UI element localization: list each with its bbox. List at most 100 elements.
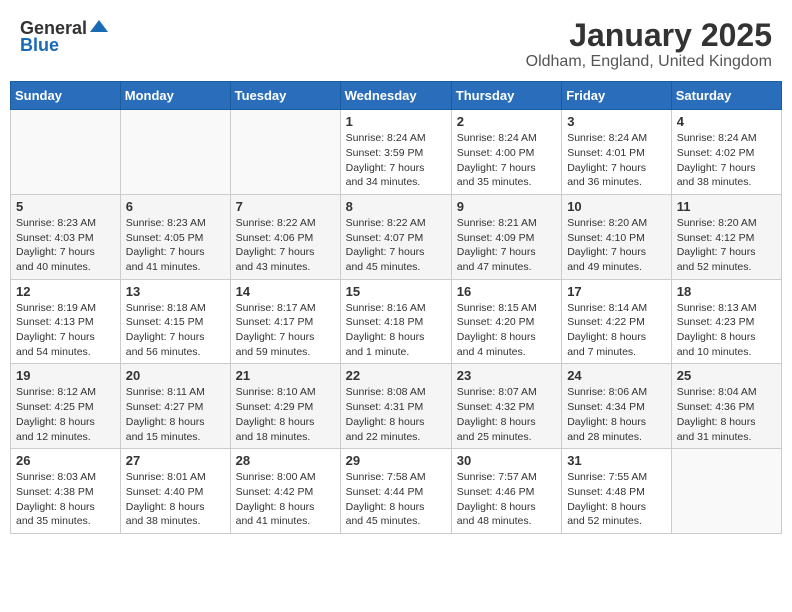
day-info: Sunrise: 8:23 AMSunset: 4:03 PMDaylight:… [16,216,115,275]
day-number: 2 [457,114,556,129]
calendar-cell: 23 Sunrise: 8:07 AMSunset: 4:32 PMDayligh… [451,364,561,449]
calendar-cell: 4 Sunrise: 8:24 AMSunset: 4:02 PMDaylight… [671,110,781,195]
day-info: Sunrise: 8:06 AMSunset: 4:34 PMDaylight:… [567,385,666,444]
day-info: Sunrise: 8:00 AMSunset: 4:42 PMDaylight:… [236,470,335,529]
day-number: 30 [457,453,556,468]
day-number: 12 [16,284,115,299]
day-info: Sunrise: 8:11 AMSunset: 4:27 PMDaylight:… [126,385,225,444]
weekday-header-wednesday: Wednesday [340,82,451,110]
day-number: 28 [236,453,335,468]
day-info: Sunrise: 8:12 AMSunset: 4:25 PMDaylight:… [16,385,115,444]
calendar-cell: 15Sunrise: 8:16 AMSunset: 4:18 PMDayligh… [340,279,451,364]
calendar-cell: 17 Sunrise: 8:14 AMSunset: 4:22 PMDayligh… [562,279,672,364]
calendar-cell: 20 Sunrise: 8:11 AMSunset: 4:27 PMDayligh… [120,364,230,449]
calendar-cell: 9 Sunrise: 8:21 AMSunset: 4:09 PMDaylight… [451,194,561,279]
day-number: 25 [677,368,776,383]
calendar-cell: 28 Sunrise: 8:00 AMSunset: 4:42 PMDayligh… [230,449,340,534]
day-number: 9 [457,199,556,214]
day-number: 31 [567,453,666,468]
calendar-cell: 1 Sunrise: 8:24 AMSunset: 3:59 PMDaylight… [340,110,451,195]
calendar-cell: 21Sunrise: 8:10 AMSunset: 4:29 PMDayligh… [230,364,340,449]
day-number: 29 [346,453,446,468]
day-info: Sunrise: 7:57 AMSunset: 4:46 PMDaylight:… [457,470,556,529]
day-number: 8 [346,199,446,214]
day-info: Sunrise: 8:21 AMSunset: 4:09 PMDaylight:… [457,216,556,275]
calendar-week-5: 26 Sunrise: 8:03 AMSunset: 4:38 PMDayligh… [11,449,782,534]
month-title: January 2025 [526,18,772,53]
day-number: 10 [567,199,666,214]
calendar-cell [230,110,340,195]
calendar-week-4: 19 Sunrise: 8:12 AMSunset: 4:25 PMDayligh… [11,364,782,449]
calendar-cell: 29 Sunrise: 7:58 AMSunset: 4:44 PMDayligh… [340,449,451,534]
day-info: Sunrise: 8:23 AMSunset: 4:05 PMDaylight:… [126,216,225,275]
calendar-cell: 19 Sunrise: 8:12 AMSunset: 4:25 PMDayligh… [11,364,121,449]
day-number: 5 [16,199,115,214]
day-number: 17 [567,284,666,299]
calendar-cell: 31Sunrise: 7:55 AMSunset: 4:48 PMDayligh… [562,449,672,534]
day-number: 26 [16,453,115,468]
day-info: Sunrise: 8:22 AMSunset: 4:07 PMDaylight:… [346,216,446,275]
day-info: Sunrise: 8:20 AMSunset: 4:10 PMDaylight:… [567,216,666,275]
day-number: 27 [126,453,225,468]
calendar-cell: 6 Sunrise: 8:23 AMSunset: 4:05 PMDaylight… [120,194,230,279]
day-info: Sunrise: 8:24 AMSunset: 3:59 PMDaylight:… [346,131,446,190]
day-number: 24 [567,368,666,383]
day-info: Sunrise: 8:16 AMSunset: 4:18 PMDaylight:… [346,301,446,360]
day-info: Sunrise: 8:07 AMSunset: 4:32 PMDaylight:… [457,385,556,444]
weekday-header-saturday: Saturday [671,82,781,110]
calendar-cell: 18Sunrise: 8:13 AMSunset: 4:23 PMDayligh… [671,279,781,364]
calendar-cell: 24 Sunrise: 8:06 AMSunset: 4:34 PMDayligh… [562,364,672,449]
weekday-header-monday: Monday [120,82,230,110]
day-number: 13 [126,284,225,299]
calendar-cell: 10 Sunrise: 8:20 AMSunset: 4:10 PMDayligh… [562,194,672,279]
day-number: 16 [457,284,556,299]
day-info: Sunrise: 8:15 AMSunset: 4:20 PMDaylight:… [457,301,556,360]
day-number: 1 [346,114,446,129]
weekday-header-tuesday: Tuesday [230,82,340,110]
calendar-cell [671,449,781,534]
calendar-cell: 25Sunrise: 8:04 AMSunset: 4:36 PMDayligh… [671,364,781,449]
day-info: Sunrise: 8:20 AMSunset: 4:12 PMDaylight:… [677,216,776,275]
day-number: 23 [457,368,556,383]
title-area: January 2025 Oldham, England, United Kin… [526,18,772,71]
calendar-cell: 12 Sunrise: 8:19 AMSunset: 4:13 PMDayligh… [11,279,121,364]
day-number: 22 [346,368,446,383]
logo-icon [88,16,110,38]
weekday-header-thursday: Thursday [451,82,561,110]
calendar-cell: 13 Sunrise: 8:18 AMSunset: 4:15 PMDayligh… [120,279,230,364]
day-info: Sunrise: 8:17 AMSunset: 4:17 PMDaylight:… [236,301,335,360]
day-number: 6 [126,199,225,214]
weekday-header-sunday: Sunday [11,82,121,110]
day-number: 4 [677,114,776,129]
calendar-cell [120,110,230,195]
weekday-header-friday: Friday [562,82,672,110]
day-info: Sunrise: 8:19 AMSunset: 4:13 PMDaylight:… [16,301,115,360]
calendar-cell: 2Sunrise: 8:24 AMSunset: 4:00 PMDaylight… [451,110,561,195]
calendar-cell: 26 Sunrise: 8:03 AMSunset: 4:38 PMDayligh… [11,449,121,534]
day-number: 11 [677,199,776,214]
day-info: Sunrise: 8:03 AMSunset: 4:38 PMDaylight:… [16,470,115,529]
calendar-cell: 27Sunrise: 8:01 AMSunset: 4:40 PMDayligh… [120,449,230,534]
day-info: Sunrise: 8:22 AMSunset: 4:06 PMDaylight:… [236,216,335,275]
calendar-cell: 8 Sunrise: 8:22 AMSunset: 4:07 PMDaylight… [340,194,451,279]
day-info: Sunrise: 8:24 AMSunset: 4:02 PMDaylight:… [677,131,776,190]
day-info: Sunrise: 8:18 AMSunset: 4:15 PMDaylight:… [126,301,225,360]
day-info: Sunrise: 8:14 AMSunset: 4:22 PMDaylight:… [567,301,666,360]
day-number: 20 [126,368,225,383]
calendar-week-1: 1 Sunrise: 8:24 AMSunset: 3:59 PMDaylight… [11,110,782,195]
logo-blue-text: Blue [20,35,59,56]
day-number: 18 [677,284,776,299]
day-info: Sunrise: 8:10 AMSunset: 4:29 PMDaylight:… [236,385,335,444]
day-number: 14 [236,284,335,299]
location: Oldham, England, United Kingdom [526,53,772,71]
calendar-cell: 14 Sunrise: 8:17 AMSunset: 4:17 PMDayligh… [230,279,340,364]
calendar-week-3: 12 Sunrise: 8:19 AMSunset: 4:13 PMDayligh… [11,279,782,364]
calendar-week-2: 5 Sunrise: 8:23 AMSunset: 4:03 PMDaylight… [11,194,782,279]
page-header: General Blue January 2025 Oldham, Englan… [10,10,782,77]
day-number: 19 [16,368,115,383]
weekday-header-row: SundayMondayTuesdayWednesdayThursdayFrid… [11,82,782,110]
day-info: Sunrise: 7:58 AMSunset: 4:44 PMDaylight:… [346,470,446,529]
day-info: Sunrise: 8:08 AMSunset: 4:31 PMDaylight:… [346,385,446,444]
day-number: 3 [567,114,666,129]
calendar-cell: 16 Sunrise: 8:15 AMSunset: 4:20 PMDayligh… [451,279,561,364]
